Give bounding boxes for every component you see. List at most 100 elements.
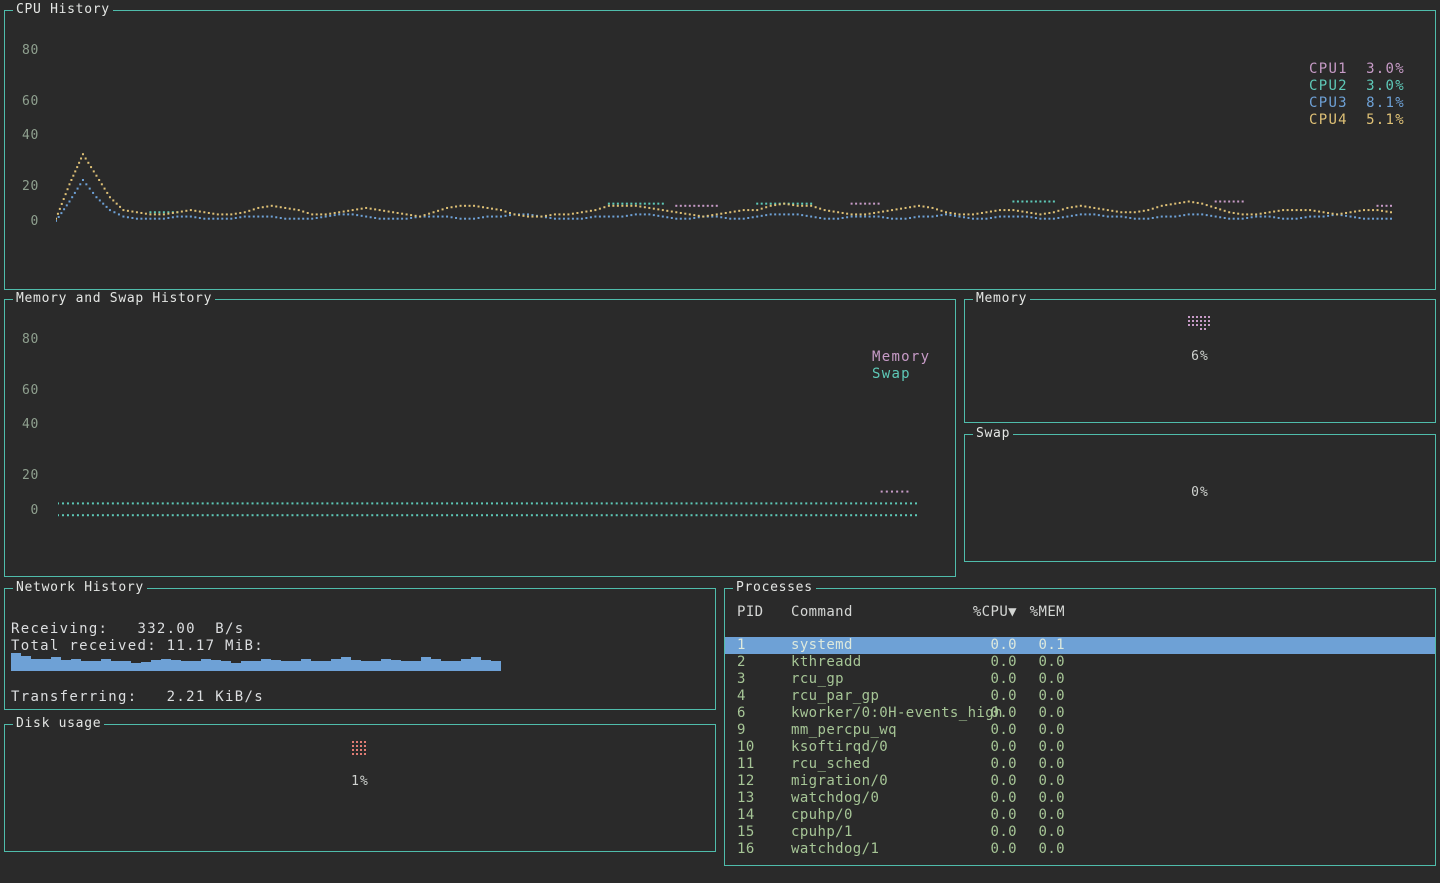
disk-usage-title: Disk usage <box>13 716 104 731</box>
process-row[interactable]: 12migration/00.00.0 <box>725 773 1435 790</box>
process-cpu-percent: 0.0 <box>947 773 1017 790</box>
processes-panel: Processes PID Command %CPU▼ %MEM 1system… <box>724 588 1436 866</box>
process-mem-percent: 0.0 <box>1025 705 1065 722</box>
system-monitor-screen: CPU History 806040200 CPU13.0%CPU23.0%CP… <box>0 0 1440 883</box>
process-row[interactable]: 13watchdog/00.00.0 <box>725 790 1435 807</box>
swap-legend-label: Swap <box>872 366 911 383</box>
process-mem-percent: 0.1 <box>1025 637 1065 654</box>
process-cpu-percent: 0.0 <box>947 790 1017 807</box>
process-row[interactable]: 16watchdog/10.00.0 <box>725 841 1435 858</box>
process-cpu-percent: 0.0 <box>947 756 1017 773</box>
process-row[interactable]: 4rcu_par_gp0.00.0 <box>725 688 1435 705</box>
cpu-legend-value: 3.0% <box>1366 61 1405 78</box>
network-history-panel: Network History Receiving: 332.00 B/s To… <box>4 588 716 710</box>
process-mem-percent: 0.0 <box>1025 773 1065 790</box>
disk-percent-label: 1% <box>5 774 715 790</box>
y-axis-tick-label: 20 <box>9 468 39 484</box>
disk-usage-panel: Disk usage 1% <box>4 724 716 852</box>
cpu-legend-value: 3.0% <box>1366 78 1405 95</box>
process-cpu-percent: 0.0 <box>947 671 1017 688</box>
process-row[interactable]: 11rcu_sched0.00.0 <box>725 756 1435 773</box>
process-cpu-percent: 0.0 <box>947 739 1017 756</box>
y-axis-tick-label: 0 <box>9 503 39 519</box>
process-table-header: PID Command %CPU▼ %MEM <box>725 604 1435 621</box>
cpu-legend-label: CPU2 <box>1309 78 1348 95</box>
process-pid: 9 <box>737 722 781 739</box>
process-pid: 4 <box>737 688 781 705</box>
process-row[interactable]: 15cpuhp/10.00.0 <box>725 824 1435 841</box>
process-mem-percent: 0.0 <box>1025 739 1065 756</box>
y-axis-tick-label: 60 <box>9 94 39 110</box>
y-axis-tick-label: 20 <box>9 179 39 195</box>
column-header-mem[interactable]: %MEM <box>1025 604 1065 621</box>
process-pid: 14 <box>737 807 781 824</box>
cpu-legend-value: 8.1% <box>1366 95 1405 112</box>
cpu-legend-entry: CPU4 5.1% <box>1309 112 1405 129</box>
process-mem-percent: 0.0 <box>1025 654 1065 671</box>
memory-swap-chart <box>58 300 920 530</box>
process-pid: 15 <box>737 824 781 841</box>
process-cpu-percent: 0.0 <box>947 688 1017 705</box>
process-pid: 13 <box>737 790 781 807</box>
process-cpu-percent: 0.0 <box>947 807 1017 824</box>
cpu-legend-label: CPU4 <box>1309 112 1348 129</box>
process-row[interactable]: 10ksoftirqd/00.00.0 <box>725 739 1435 756</box>
process-pid: 2 <box>737 654 781 671</box>
memory-percent-label: 6% <box>965 349 1435 365</box>
network-receiving-line: Receiving: 332.00 B/s <box>11 621 245 638</box>
process-row-selected[interactable]: 1systemd0.00.1 <box>725 637 1435 654</box>
process-mem-percent: 0.0 <box>1025 790 1065 807</box>
y-axis-tick-label: 60 <box>9 383 39 399</box>
cpu-legend-entry: CPU2 3.0% <box>1309 78 1405 95</box>
cpu-legend-value: 5.1% <box>1366 112 1405 129</box>
processes-title: Processes <box>733 580 816 595</box>
process-mem-percent: 0.0 <box>1025 756 1065 773</box>
process-cpu-percent: 0.0 <box>947 637 1017 654</box>
y-axis-tick-label: 40 <box>9 417 39 433</box>
cpu-legend-entry: CPU1 3.0% <box>1309 61 1405 78</box>
cpu-history-chart <box>56 11 1396 241</box>
cpu-legend-label: CPU1 <box>1309 61 1348 78</box>
swap-gauge-title: Swap <box>973 426 1013 441</box>
swap-percent-label: 0% <box>965 485 1435 501</box>
cpu-legend-label: CPU3 <box>1309 95 1348 112</box>
process-cpu-percent: 0.0 <box>947 841 1017 858</box>
cpu-history-panel: CPU History 806040200 CPU13.0%CPU23.0%CP… <box>4 10 1436 290</box>
process-mem-percent: 0.0 <box>1025 807 1065 824</box>
process-pid: 11 <box>737 756 781 773</box>
network-sparkline <box>11 651 501 671</box>
process-row[interactable]: 6kworker/0:0H-events_high0.00.0 <box>725 705 1435 722</box>
process-pid: 3 <box>737 671 781 688</box>
y-axis-tick-label: 80 <box>9 332 39 348</box>
network-transferring-line: Transferring: 2.21 KiB/s <box>11 689 264 706</box>
process-pid: 6 <box>737 705 781 722</box>
process-pid: 10 <box>737 739 781 756</box>
process-mem-percent: 0.0 <box>1025 824 1065 841</box>
cpu-legend-entry: CPU3 8.1% <box>1309 95 1405 112</box>
network-history-title: Network History <box>13 580 147 595</box>
y-axis-tick-label: 0 <box>9 214 39 230</box>
column-header-cpu-sort[interactable]: %CPU▼ <box>947 604 1017 621</box>
process-cpu-percent: 0.0 <box>947 705 1017 722</box>
process-pid: 1 <box>737 637 781 654</box>
process-table-body: 1systemd0.00.12kthreadd0.00.03rcu_gp0.00… <box>725 637 1435 858</box>
swap-gauge-panel: Swap 0% <box>964 434 1436 562</box>
memory-gauge-title: Memory <box>973 291 1030 306</box>
y-axis-tick-label: 80 <box>9 43 39 59</box>
memory-gauge-dots <box>1188 316 1212 332</box>
process-pid: 12 <box>737 773 781 790</box>
process-mem-percent: 0.0 <box>1025 841 1065 858</box>
process-row[interactable]: 9mm_percpu_wq0.00.0 <box>725 722 1435 739</box>
process-row[interactable]: 14cpuhp/00.00.0 <box>725 807 1435 824</box>
process-cpu-percent: 0.0 <box>947 824 1017 841</box>
process-mem-percent: 0.0 <box>1025 671 1065 688</box>
memory-legend-label: Memory <box>872 349 930 366</box>
process-pid: 16 <box>737 841 781 858</box>
process-row[interactable]: 2kthreadd0.00.0 <box>725 654 1435 671</box>
process-cpu-percent: 0.0 <box>947 722 1017 739</box>
memory-gauge-panel: Memory 6% <box>964 299 1436 423</box>
column-header-pid[interactable]: PID <box>737 604 781 621</box>
process-row[interactable]: 3rcu_gp0.00.0 <box>725 671 1435 688</box>
disk-gauge-dots <box>352 741 368 757</box>
process-mem-percent: 0.0 <box>1025 722 1065 739</box>
